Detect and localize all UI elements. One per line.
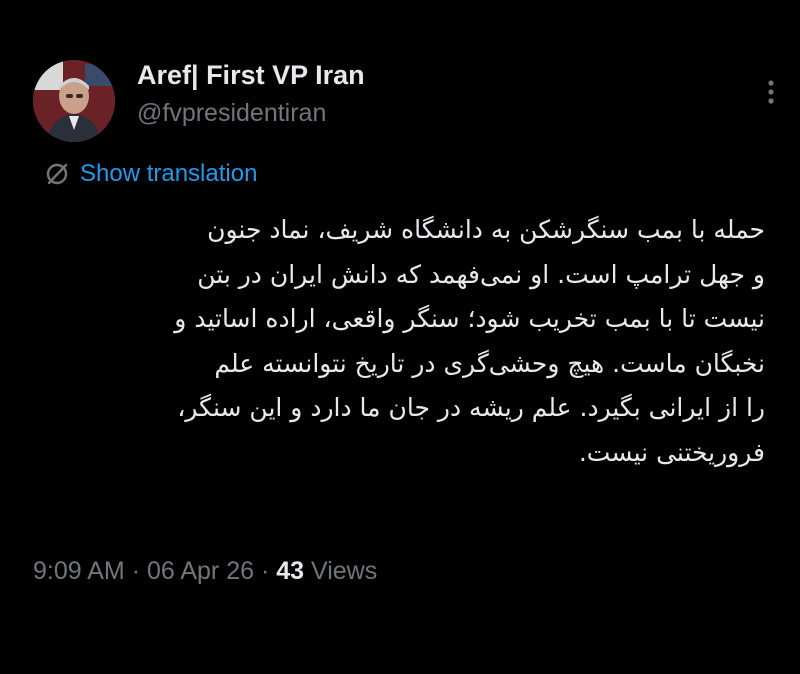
tweet-line: نیست تا با بمب تخریب شود؛ سنگر واقعی، ار… [174, 304, 765, 333]
tweet-meta: 9:09 AM · 06 Apr 26 · 43 Views [33, 557, 377, 586]
show-translation-button[interactable]: Show translation [44, 157, 257, 191]
tweet-time[interactable]: 9:09 AM [33, 557, 125, 585]
views-count[interactable]: 43 [276, 557, 304, 585]
tweet: Aref| First VP Iran @fvpresidentiran Sho… [0, 0, 800, 674]
show-translation-label[interactable]: Show translation [80, 160, 257, 188]
tweet-line: حمله با بمب سنگرشکن به دانشگاه شریف، نما… [207, 215, 765, 244]
tweet-line: را از ایرانی بگیرد. علم ریشه در جان ما د… [177, 393, 765, 422]
tweet-line: و جهل ترامپ است. او نمی‌فهمد که دانش ایر… [197, 259, 765, 289]
views-label[interactable]: Views [311, 557, 377, 585]
meta-separator: · [260, 557, 270, 585]
profile-photo-icon [33, 60, 115, 142]
tweet-line: نخبگان ماست. هیچ وحشی‌گری در تاریخ نتوان… [214, 348, 765, 378]
author-handle[interactable]: @fvpresidentiran [137, 99, 326, 128]
more-vertical-icon [768, 80, 774, 104]
tweet-line: فروریختنی نیست. [578, 437, 765, 467]
tweet-date[interactable]: 06 Apr 26 [147, 557, 254, 585]
globe-slash-icon [44, 161, 70, 187]
author-name[interactable]: Aref| First VP Iran [137, 60, 365, 91]
avatar[interactable] [33, 60, 115, 142]
more-options-button[interactable] [758, 72, 784, 112]
tweet-body: حمله با بمب سنگرشکن به دانشگاه شریف، نما… [25, 208, 765, 475]
meta-separator: · [131, 557, 141, 585]
